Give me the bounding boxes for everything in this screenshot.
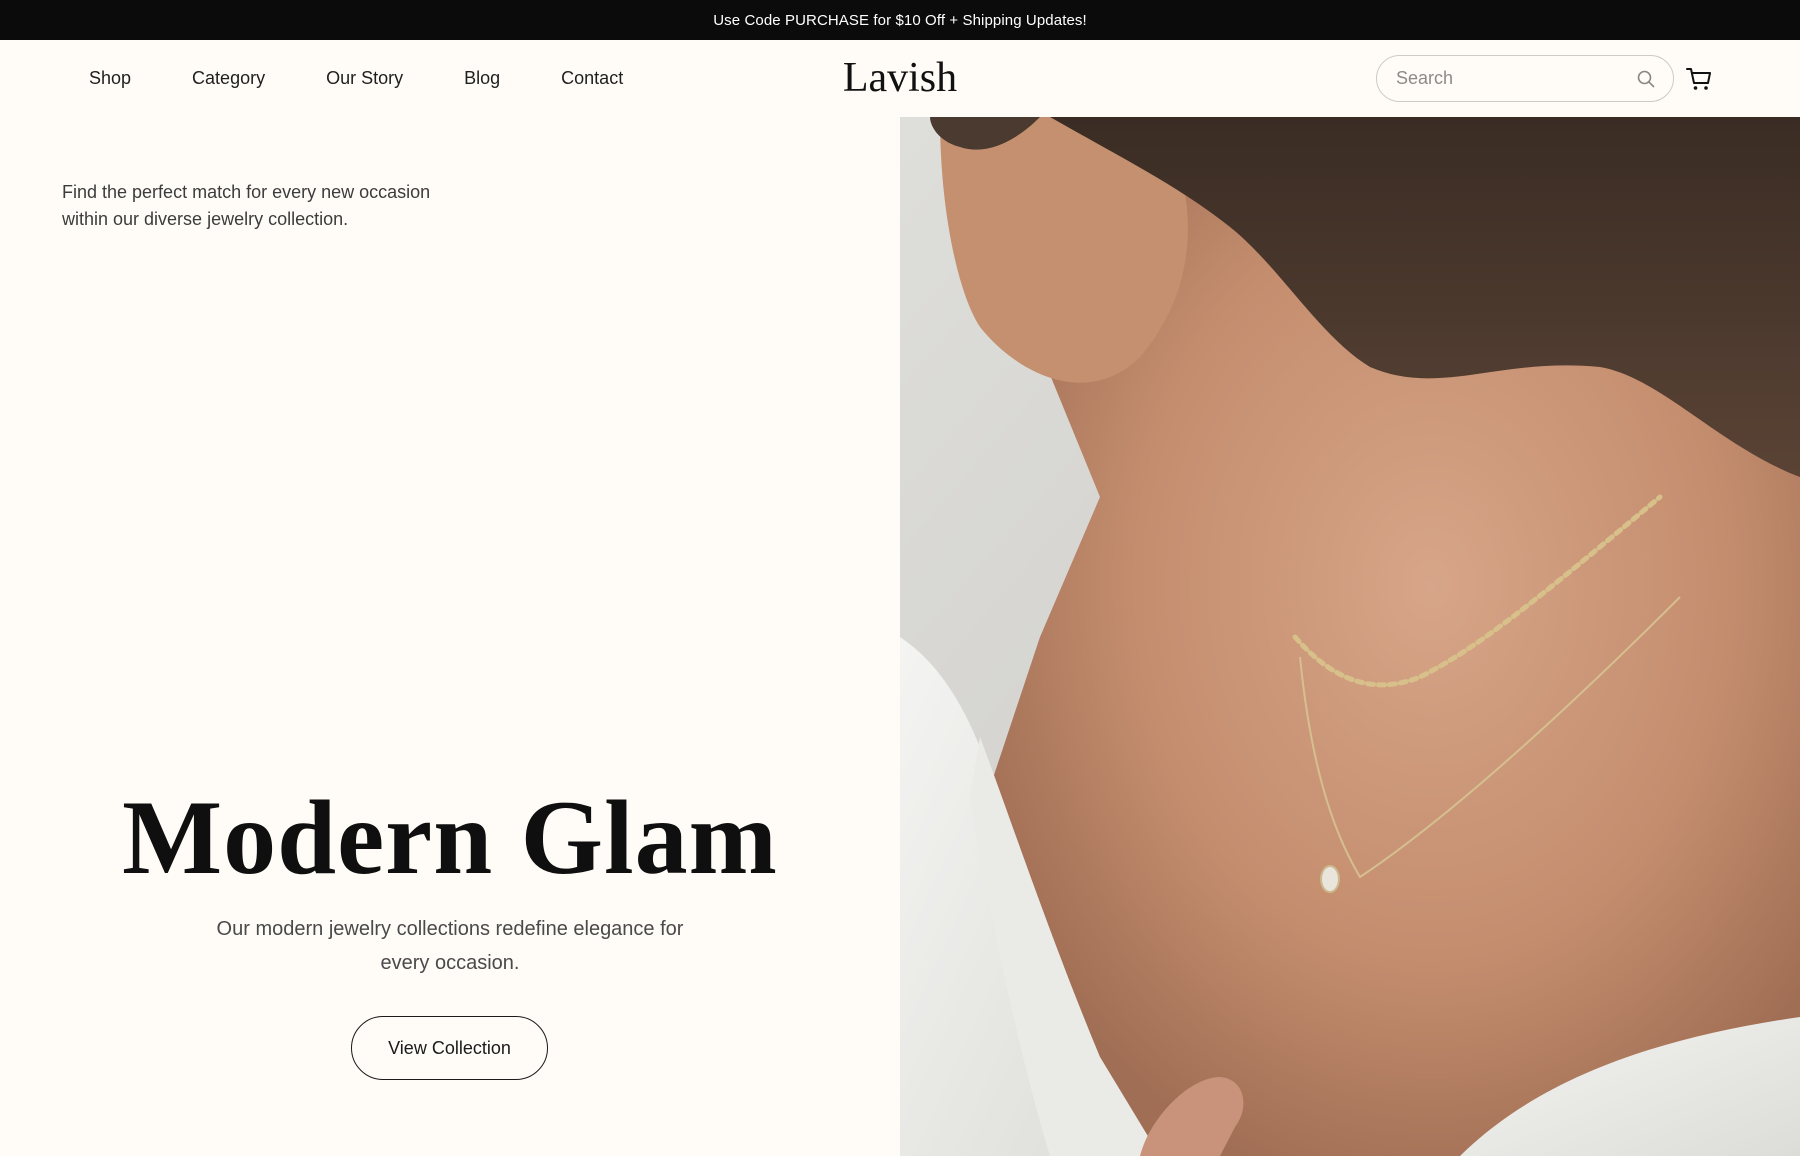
hero-text-section: Find the perfect match for every new occ…: [0, 117, 900, 1156]
cart-icon[interactable]: [1685, 65, 1713, 93]
nav-item-blog[interactable]: Blog: [464, 68, 500, 89]
brand-logo[interactable]: Lavish: [843, 55, 957, 101]
nav-item-category[interactable]: Category: [192, 68, 265, 89]
nav-item-our-story[interactable]: Our Story: [326, 68, 403, 89]
nav-item-shop[interactable]: Shop: [89, 68, 131, 89]
search-input[interactable]: [1396, 68, 1636, 89]
hero-image: [900, 117, 1800, 1156]
promo-bar: Use Code PURCHASE for $10 Off + Shipping…: [0, 0, 1800, 40]
promo-text: Use Code PURCHASE for $10 Off + Shipping…: [713, 11, 1087, 29]
search-icon[interactable]: [1636, 69, 1656, 89]
nav-item-contact[interactable]: Contact: [561, 68, 623, 89]
site-header: Shop Category Our Story Blog Contact Lav…: [0, 40, 1800, 117]
view-collection-button[interactable]: View Collection: [351, 1016, 548, 1080]
hero-photo-illustration: [900, 117, 1800, 1156]
search-box[interactable]: [1376, 55, 1674, 102]
main-nav: Shop Category Our Story Blog Contact: [89, 40, 684, 117]
hero-intro-text: Find the perfect match for every new occ…: [62, 182, 431, 229]
hero-title: Modern Glam: [122, 779, 778, 896]
hero-subtitle: Our modern jewelry collections redefine …: [216, 918, 684, 974]
